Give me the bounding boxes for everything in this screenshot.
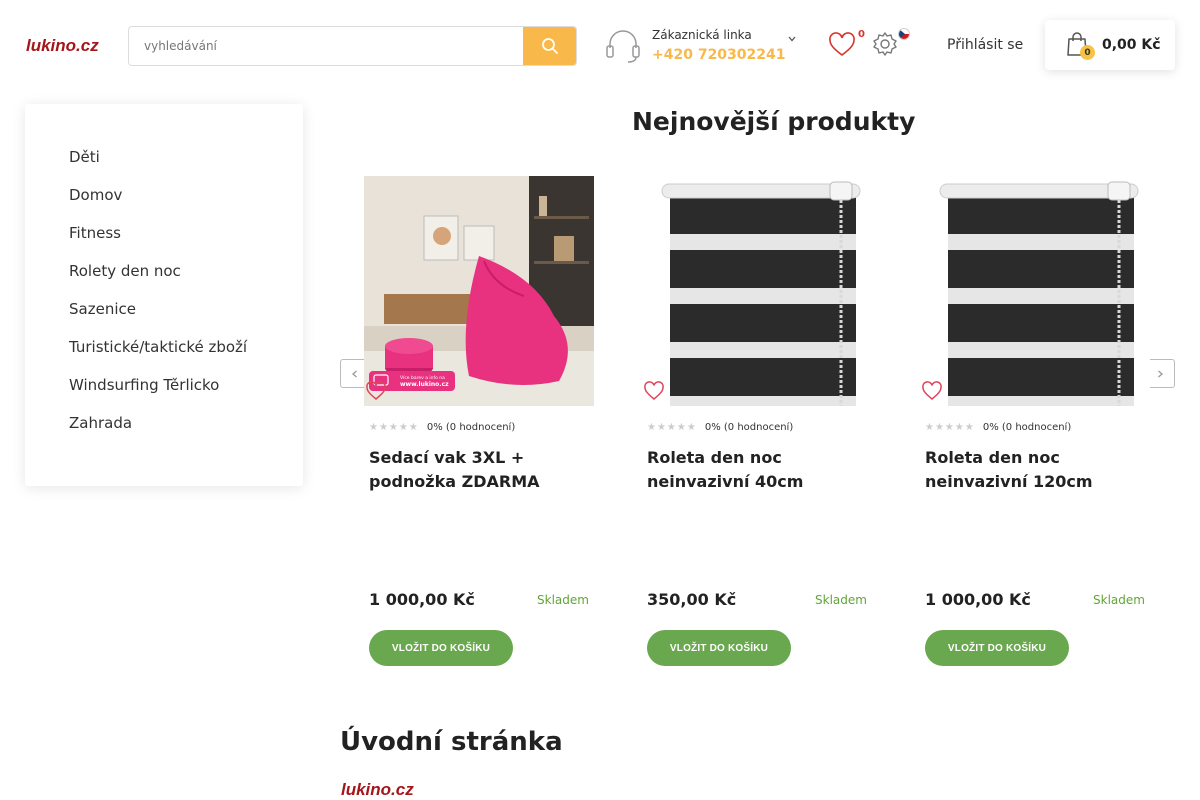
- svg-text:Více barev a info na: Více barev a info na: [400, 374, 445, 381]
- stock-status: Skladem: [537, 593, 589, 607]
- product-image[interactable]: [642, 176, 872, 406]
- search-icon: [541, 38, 558, 54]
- rating-stars: ★★★★★: [647, 422, 697, 433]
- hotline-phone[interactable]: +420 720302241: [652, 47, 786, 63]
- rating-stars: ★★★★★: [369, 422, 419, 433]
- product-card: ★★★★★ 0% (0 hodnocení) Roleta den noc ne…: [920, 176, 1150, 676]
- product-rating: ★★★★★ 0% (0 hodnocení): [647, 422, 793, 433]
- category-list: Děti Domov Fitness Rolety den noc Sazeni…: [69, 148, 247, 452]
- heart-icon: [829, 32, 855, 57]
- stock-status: Skladem: [1093, 593, 1145, 607]
- category-item-domov[interactable]: Domov: [69, 186, 247, 224]
- hotline-label: Zákaznická linka: [652, 28, 752, 42]
- site-logo[interactable]: lukino.cz: [26, 36, 99, 56]
- headset-icon: [606, 30, 640, 63]
- add-to-cart-button[interactable]: VLOŽIT DO KOŠÍKU: [925, 630, 1069, 666]
- product-name[interactable]: Roleta den noc neinvazivní 40cm: [647, 446, 857, 494]
- wishlist-count: 0: [858, 29, 865, 40]
- chevron-right-icon: [1158, 370, 1163, 377]
- product-price: 1 000,00 Kč: [925, 590, 1031, 609]
- rating-text: 0% (0 hodnocení): [704, 422, 794, 433]
- czech-flag-icon[interactable]: [898, 28, 910, 40]
- category-item-deti[interactable]: Děti: [69, 148, 247, 186]
- svg-text:www.lukino.cz: www.lukino.cz: [400, 381, 449, 388]
- product-name[interactable]: Roleta den noc neinvazivní 120cm: [925, 446, 1135, 494]
- wishlist-button[interactable]: 0: [828, 28, 868, 62]
- product-rating: ★★★★★ 0% (0 hodnocení): [925, 422, 1071, 433]
- footer-logo[interactable]: lukino.cz: [341, 780, 414, 800]
- page-title: Úvodní stránka: [340, 727, 563, 757]
- search-input[interactable]: [129, 27, 525, 65]
- rating-text: 0% (0 hodnocení): [426, 422, 516, 433]
- product-image[interactable]: Více barev a info na www.lukino.cz: [364, 176, 594, 406]
- login-link[interactable]: Přihlásit se: [947, 37, 1023, 53]
- add-to-wishlist-icon[interactable]: [643, 380, 665, 402]
- add-to-wishlist-icon[interactable]: [365, 380, 387, 402]
- cart-button[interactable]: 0 0,00 Kč: [1045, 20, 1175, 70]
- category-item-rolety[interactable]: Rolety den noc: [69, 262, 247, 300]
- product-rating: ★★★★★ 0% (0 hodnocení): [369, 422, 515, 433]
- cart-total: 0,00 Kč: [1102, 37, 1161, 53]
- search-button[interactable]: [523, 27, 576, 65]
- category-item-zahrada[interactable]: Zahrada: [69, 414, 247, 452]
- category-item-turisticke[interactable]: Turistické/taktické zboží: [69, 338, 247, 376]
- search-bar: [128, 26, 577, 66]
- section-title: Nejnovější produkty: [632, 107, 916, 136]
- site-header: lukino.cz Zákaznická linka +420 72030224…: [0, 0, 1200, 90]
- product-card: ★★★★★ 0% (0 hodnocení) Roleta den noc ne…: [642, 176, 872, 676]
- product-price: 350,00 Kč: [647, 590, 737, 609]
- category-item-fitness[interactable]: Fitness: [69, 224, 247, 262]
- add-to-cart-button[interactable]: VLOŽIT DO KOŠÍKU: [647, 630, 791, 666]
- add-to-wishlist-icon[interactable]: [921, 380, 943, 402]
- rating-stars: ★★★★★: [925, 422, 975, 433]
- rating-text: 0% (0 hodnocení): [982, 422, 1072, 433]
- gear-icon: [873, 32, 897, 56]
- product-card: Více barev a info na www.lukino.cz ★★★★★…: [364, 176, 594, 676]
- product-name[interactable]: Sedací vak 3XL + podnožka ZDARMA: [369, 446, 579, 494]
- product-image[interactable]: [920, 176, 1150, 406]
- category-sidebar: Děti Domov Fitness Rolety den noc Sazeni…: [25, 104, 303, 486]
- product-price: 1 000,00 Kč: [369, 590, 475, 609]
- stock-status: Skladem: [815, 593, 867, 607]
- category-item-sazenice[interactable]: Sazenice: [69, 300, 247, 338]
- category-item-windsurfing[interactable]: Windsurfing Těrlicko: [69, 376, 247, 414]
- customer-hotline[interactable]: Zákaznická linka +420 720302241: [604, 26, 804, 66]
- chevron-left-icon: [352, 370, 357, 377]
- cart-count-badge: 0: [1080, 45, 1095, 60]
- chevron-down-icon[interactable]: [787, 34, 797, 44]
- add-to-cart-button[interactable]: VLOŽIT DO KOŠÍKU: [369, 630, 513, 666]
